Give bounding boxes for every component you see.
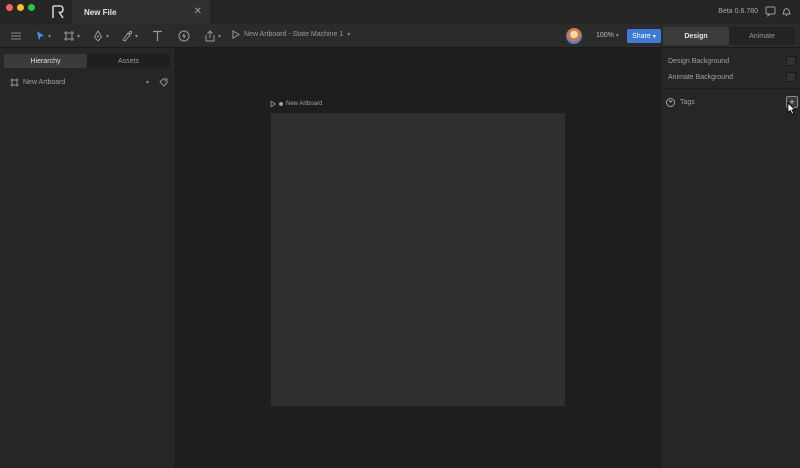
- tag-icon[interactable]: [159, 78, 168, 87]
- title-bar: New File ✕ Beta 0.6.780: [0, 0, 800, 24]
- left-panel: Hierarchy Assets New Artboard ▾: [0, 48, 176, 468]
- frame-icon: [64, 31, 74, 41]
- chevron-down-icon: [668, 100, 673, 103]
- chevron-down-icon[interactable]: ▾: [146, 79, 149, 86]
- animate-mode-tab[interactable]: Animate: [729, 27, 795, 45]
- close-window-button[interactable]: [6, 4, 13, 11]
- avatar[interactable]: [566, 28, 582, 44]
- divider: [661, 88, 800, 89]
- bolt-tool-button[interactable]: [178, 30, 190, 42]
- play-icon: [232, 30, 240, 39]
- breadcrumb-label: New Artboard - State Machine 1: [244, 31, 344, 38]
- panel-tabs: Hierarchy Assets: [4, 54, 170, 68]
- pen-tool-button[interactable]: ▾: [92, 30, 109, 42]
- chevron-down-icon: ▾: [77, 33, 81, 40]
- select-tool-button[interactable]: ▾: [35, 30, 51, 42]
- right-panel: Design Background Animate Background Tag…: [660, 48, 800, 468]
- design-background-label: Design Background: [668, 57, 730, 65]
- chevron-down-icon: ▾: [652, 33, 656, 40]
- zoom-dropdown[interactable]: 100% ▾: [596, 32, 619, 39]
- export-icon: [205, 30, 215, 42]
- tags-collapse-button[interactable]: [666, 97, 675, 107]
- bolt-icon: [178, 30, 190, 42]
- select-arrow-icon: [37, 31, 44, 41]
- animate-background-label: Animate Background: [668, 73, 733, 81]
- chevron-down-icon: ▾: [218, 33, 222, 40]
- pen-icon: [93, 30, 103, 42]
- paint-tool-button[interactable]: ▾: [121, 30, 138, 42]
- artboard[interactable]: [271, 113, 565, 406]
- design-mode-tab[interactable]: Design: [663, 27, 729, 45]
- minimize-window-button[interactable]: [17, 4, 24, 11]
- share-button[interactable]: Share ▾: [627, 29, 661, 43]
- mode-toggle: Design Animate: [663, 27, 795, 45]
- toolbar: ▾ ▾ ▾ ▾ ▾ New Artboard - State Machine 1…: [0, 24, 800, 48]
- artboard-title[interactable]: New Artboard: [270, 101, 322, 107]
- artboard-dot-icon: [279, 102, 283, 106]
- text-tool-button[interactable]: [152, 30, 163, 42]
- comment-icon[interactable]: [765, 6, 776, 17]
- paint-icon: [122, 30, 133, 42]
- design-background-row: Design Background: [668, 55, 796, 67]
- mouse-pointer-icon: [787, 102, 796, 115]
- animate-background-swatch[interactable]: [786, 72, 796, 82]
- hierarchy-item-artboard[interactable]: New Artboard ▾: [10, 76, 168, 88]
- chevron-down-icon: ▾: [106, 33, 110, 40]
- tab-hierarchy[interactable]: Hierarchy: [4, 54, 87, 68]
- version-label: Beta 0.6.780: [718, 8, 758, 15]
- tags-row: Tags +: [666, 96, 798, 108]
- chevron-down-icon: ▾: [615, 33, 619, 39]
- artboard-title-label: New Artboard: [286, 101, 323, 107]
- export-tool-button[interactable]: ▾: [204, 30, 221, 42]
- share-button-label: Share: [632, 32, 651, 40]
- play-icon: [270, 101, 276, 107]
- menu-button[interactable]: [10, 30, 22, 42]
- file-tab[interactable]: New File ✕: [72, 0, 210, 24]
- close-tab-icon[interactable]: ✕: [194, 6, 202, 17]
- chevron-down-icon: ▾: [48, 33, 52, 40]
- maximize-window-button[interactable]: [28, 4, 35, 11]
- breadcrumb[interactable]: New Artboard - State Machine 1 ▾: [232, 30, 350, 39]
- chevron-down-icon: ▾: [347, 32, 351, 38]
- zoom-value: 100%: [596, 32, 614, 39]
- app-logo-icon[interactable]: [52, 5, 64, 19]
- file-tab-label: New File: [84, 8, 117, 17]
- animate-background-row: Animate Background: [668, 71, 796, 83]
- chevron-down-icon: ▾: [135, 33, 139, 40]
- design-background-swatch[interactable]: [786, 56, 796, 66]
- bell-icon[interactable]: [781, 6, 792, 17]
- artboard-icon: [10, 78, 19, 86]
- tab-assets[interactable]: Assets: [87, 54, 170, 68]
- text-icon: [153, 30, 162, 41]
- menu-icon: [11, 32, 21, 40]
- hierarchy-item-label: New Artboard: [23, 78, 66, 86]
- frame-tool-button[interactable]: ▾: [63, 30, 80, 42]
- tags-label: Tags: [680, 98, 695, 106]
